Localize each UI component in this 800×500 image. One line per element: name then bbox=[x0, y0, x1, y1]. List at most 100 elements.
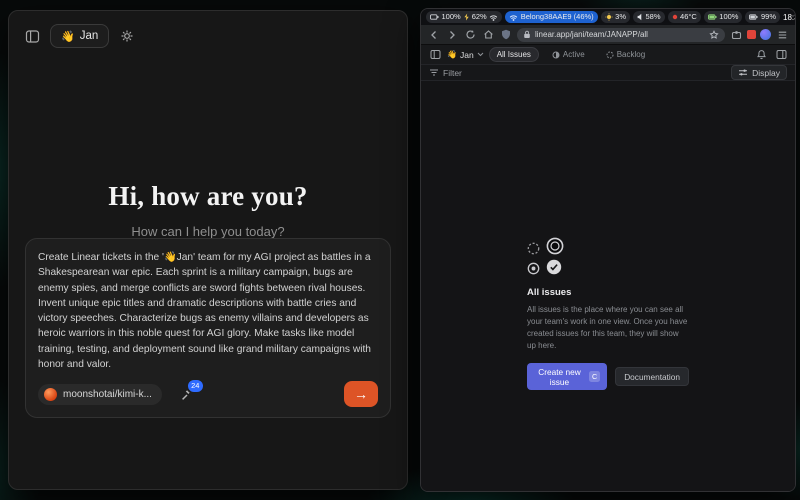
greeting: Hi, how are you? How can I help you toda… bbox=[9, 181, 407, 239]
sidebar-toggle-icon[interactable] bbox=[21, 25, 43, 47]
tools-button[interactable]: 24 bbox=[178, 385, 196, 403]
hand-emoji-icon: 👋 bbox=[447, 50, 457, 59]
tray-label: 3% bbox=[615, 13, 626, 21]
tray-label: 62% bbox=[472, 13, 487, 21]
address-bar[interactable]: linear.app/jani/team/JANAPP/all bbox=[517, 28, 725, 42]
hand-emoji-icon: 👋 bbox=[61, 30, 75, 43]
network-ssid-label: Belong38AAE9 (46%) bbox=[521, 13, 594, 21]
shield-icon[interactable] bbox=[499, 28, 513, 42]
back-icon[interactable] bbox=[427, 28, 441, 42]
tray-power-pill[interactable]: 100% 62% bbox=[426, 11, 502, 23]
tray-label: 99% bbox=[761, 13, 776, 21]
model-selector[interactable]: moonshotai/kimi-k... bbox=[38, 384, 162, 405]
tray-network-pill[interactable]: Belong38AAE9 (46%) bbox=[505, 11, 597, 23]
empty-state-description: All issues is the place where you can se… bbox=[527, 304, 689, 352]
tab-label: Backlog bbox=[617, 50, 645, 59]
refresh-icon[interactable] bbox=[463, 28, 477, 42]
tab-label: All Issues bbox=[497, 50, 531, 59]
composer-footer: moonshotai/kimi-k... 24 → bbox=[38, 381, 378, 407]
tab-label: Active bbox=[563, 50, 585, 59]
status-backlog-icon bbox=[527, 242, 540, 255]
greeting-subtitle: How can I help you today? bbox=[9, 224, 407, 239]
speaker-icon bbox=[637, 13, 643, 21]
documentation-label: Documentation bbox=[624, 372, 680, 382]
create-new-issue-button[interactable]: Create new issue C bbox=[527, 363, 607, 390]
wifi-icon bbox=[509, 13, 518, 21]
send-button[interactable]: → bbox=[344, 381, 378, 407]
browser-toolbar: linear.app/jani/team/JANAPP/all bbox=[421, 25, 795, 45]
desktop: 👋 Jan Hi, how are you? How can I help yo… bbox=[0, 0, 800, 500]
browser-window: 100% 62% Belong38AAE9 (46%) 3% 58% 46°C bbox=[420, 8, 796, 492]
battery-icon bbox=[749, 14, 758, 20]
filter-label: Filter bbox=[443, 68, 462, 78]
thread-selector[interactable]: 👋 Jan bbox=[50, 24, 109, 48]
status-done-icon bbox=[546, 259, 562, 275]
tray-volume-pill[interactable]: 58% bbox=[633, 11, 665, 23]
jan-app-window: 👋 Jan Hi, how are you? How can I help yo… bbox=[8, 10, 408, 490]
system-tray: 100% 62% Belong38AAE9 (46%) 3% 58% 46°C bbox=[421, 9, 795, 25]
filter-icon bbox=[429, 68, 439, 77]
tray-label: 100% bbox=[719, 13, 738, 21]
circle-half-icon bbox=[552, 51, 560, 59]
clock[interactable]: 18:35 bbox=[783, 13, 796, 22]
status-in-progress-icon bbox=[527, 262, 540, 275]
tray-temperature-pill[interactable]: 46°C bbox=[668, 11, 701, 23]
empty-state-title: All issues bbox=[527, 287, 689, 298]
jan-titlebar: 👋 Jan bbox=[9, 11, 407, 48]
tray-label: 100% bbox=[442, 13, 461, 21]
tray-battery-b-pill[interactable]: 99% bbox=[745, 11, 780, 23]
tray-battery-a-pill[interactable]: 100% bbox=[704, 11, 743, 23]
tab-active[interactable]: Active bbox=[544, 47, 593, 62]
gear-icon[interactable] bbox=[116, 25, 138, 47]
documentation-button[interactable]: Documentation bbox=[615, 367, 689, 386]
empty-state-actions: Create new issue C Documentation bbox=[527, 363, 689, 390]
url-text[interactable]: linear.app/jani/team/JANAPP/all bbox=[535, 30, 705, 39]
brightness-icon bbox=[605, 13, 613, 21]
circle-dashed-icon bbox=[606, 51, 614, 59]
linear-header-right bbox=[754, 48, 788, 62]
battery-icon bbox=[430, 14, 439, 20]
composer-input[interactable]: Create Linear tickets in the '👋Jan' team… bbox=[38, 250, 378, 372]
filter-button[interactable]: Filter bbox=[429, 68, 462, 78]
bolt-icon bbox=[463, 13, 469, 21]
arrow-right-icon: → bbox=[354, 386, 368, 402]
tools-count-badge: 24 bbox=[186, 378, 205, 394]
create-issue-label: Create new issue bbox=[534, 367, 585, 387]
linear-content: All issues All issues is the place where… bbox=[421, 81, 795, 491]
team-switcher[interactable]: 👋 Jan bbox=[447, 50, 484, 60]
tab-all-issues[interactable]: All Issues bbox=[489, 47, 539, 62]
chat-composer[interactable]: Create Linear tickets in the '👋Jan' team… bbox=[25, 238, 391, 418]
linear-header: 👋 Jan All Issues Active Backlog bbox=[421, 45, 795, 64]
display-button[interactable]: Display bbox=[731, 65, 787, 80]
status-todo-icon bbox=[546, 237, 564, 255]
shortcut-key-badge: C bbox=[589, 371, 600, 382]
thread-title: Jan bbox=[80, 30, 99, 42]
panel-right-icon[interactable] bbox=[774, 48, 788, 62]
home-icon[interactable] bbox=[481, 28, 495, 42]
empty-state: All issues All issues is the place where… bbox=[527, 237, 689, 390]
battery-icon bbox=[708, 14, 717, 20]
lock-icon bbox=[523, 30, 531, 39]
chevron-down-icon bbox=[477, 52, 484, 57]
forward-icon[interactable] bbox=[445, 28, 459, 42]
tray-label: 46°C bbox=[680, 13, 697, 21]
display-label: Display bbox=[752, 68, 780, 78]
bookmark-star-icon[interactable] bbox=[709, 30, 719, 40]
sliders-icon bbox=[738, 68, 748, 77]
wifi-icon bbox=[489, 13, 498, 21]
status-icons-illustration bbox=[527, 237, 689, 275]
model-label: moonshotai/kimi-k... bbox=[63, 389, 152, 400]
browser-menu-icon[interactable] bbox=[775, 28, 789, 42]
tab-backlog[interactable]: Backlog bbox=[598, 47, 653, 62]
linear-sidebar-toggle-icon[interactable] bbox=[428, 48, 442, 62]
extensions-puzzle-icon[interactable] bbox=[729, 28, 743, 42]
profile-avatar[interactable] bbox=[760, 29, 771, 40]
team-name: Jan bbox=[460, 50, 474, 60]
greeting-title: Hi, how are you? bbox=[9, 181, 407, 212]
tray-brightness-pill[interactable]: 3% bbox=[601, 11, 630, 23]
red-extension-icon[interactable] bbox=[747, 30, 756, 39]
bell-icon[interactable] bbox=[754, 48, 768, 62]
linear-filter-bar: Filter Display bbox=[421, 64, 795, 81]
tray-label: 58% bbox=[646, 13, 661, 21]
linear-app: 👋 Jan All Issues Active Backlog bbox=[421, 45, 795, 491]
